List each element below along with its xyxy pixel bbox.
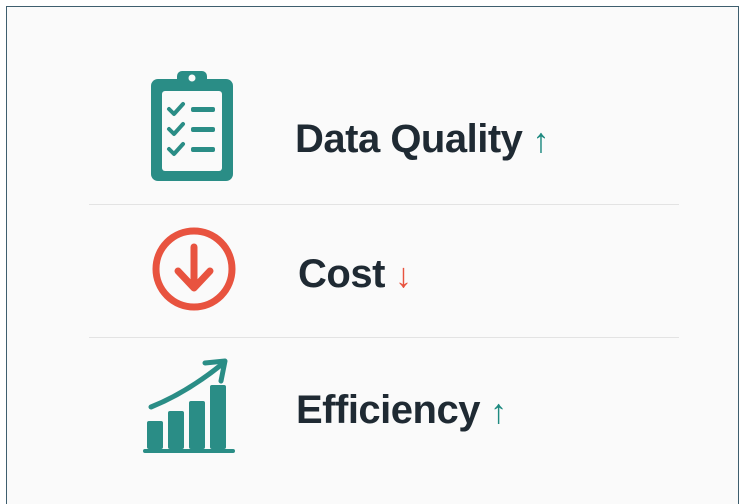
- trend-up-icon: ↑: [532, 122, 549, 160]
- down-arrow-circle-icon: [150, 225, 238, 318]
- divider: [89, 204, 679, 205]
- metric-name: Data Quality: [295, 117, 523, 161]
- metric-label-data-quality: Data Quality ↑: [295, 119, 549, 159]
- clipboard-checklist-icon: [147, 69, 237, 189]
- divider: [89, 337, 679, 338]
- growth-bar-chart-icon: [141, 351, 241, 460]
- metrics-card: Data Quality ↑ Cost ↓ Efficiency ↑: [6, 6, 739, 504]
- trend-down-icon: ↓: [394, 257, 412, 295]
- metric-name: Efficiency: [296, 388, 480, 432]
- metric-label-efficiency: Efficiency ↑: [296, 388, 507, 432]
- metric-name: Cost: [298, 252, 385, 296]
- metric-label-cost: Cost ↓: [298, 252, 412, 296]
- trend-up-icon: ↑: [489, 393, 507, 431]
